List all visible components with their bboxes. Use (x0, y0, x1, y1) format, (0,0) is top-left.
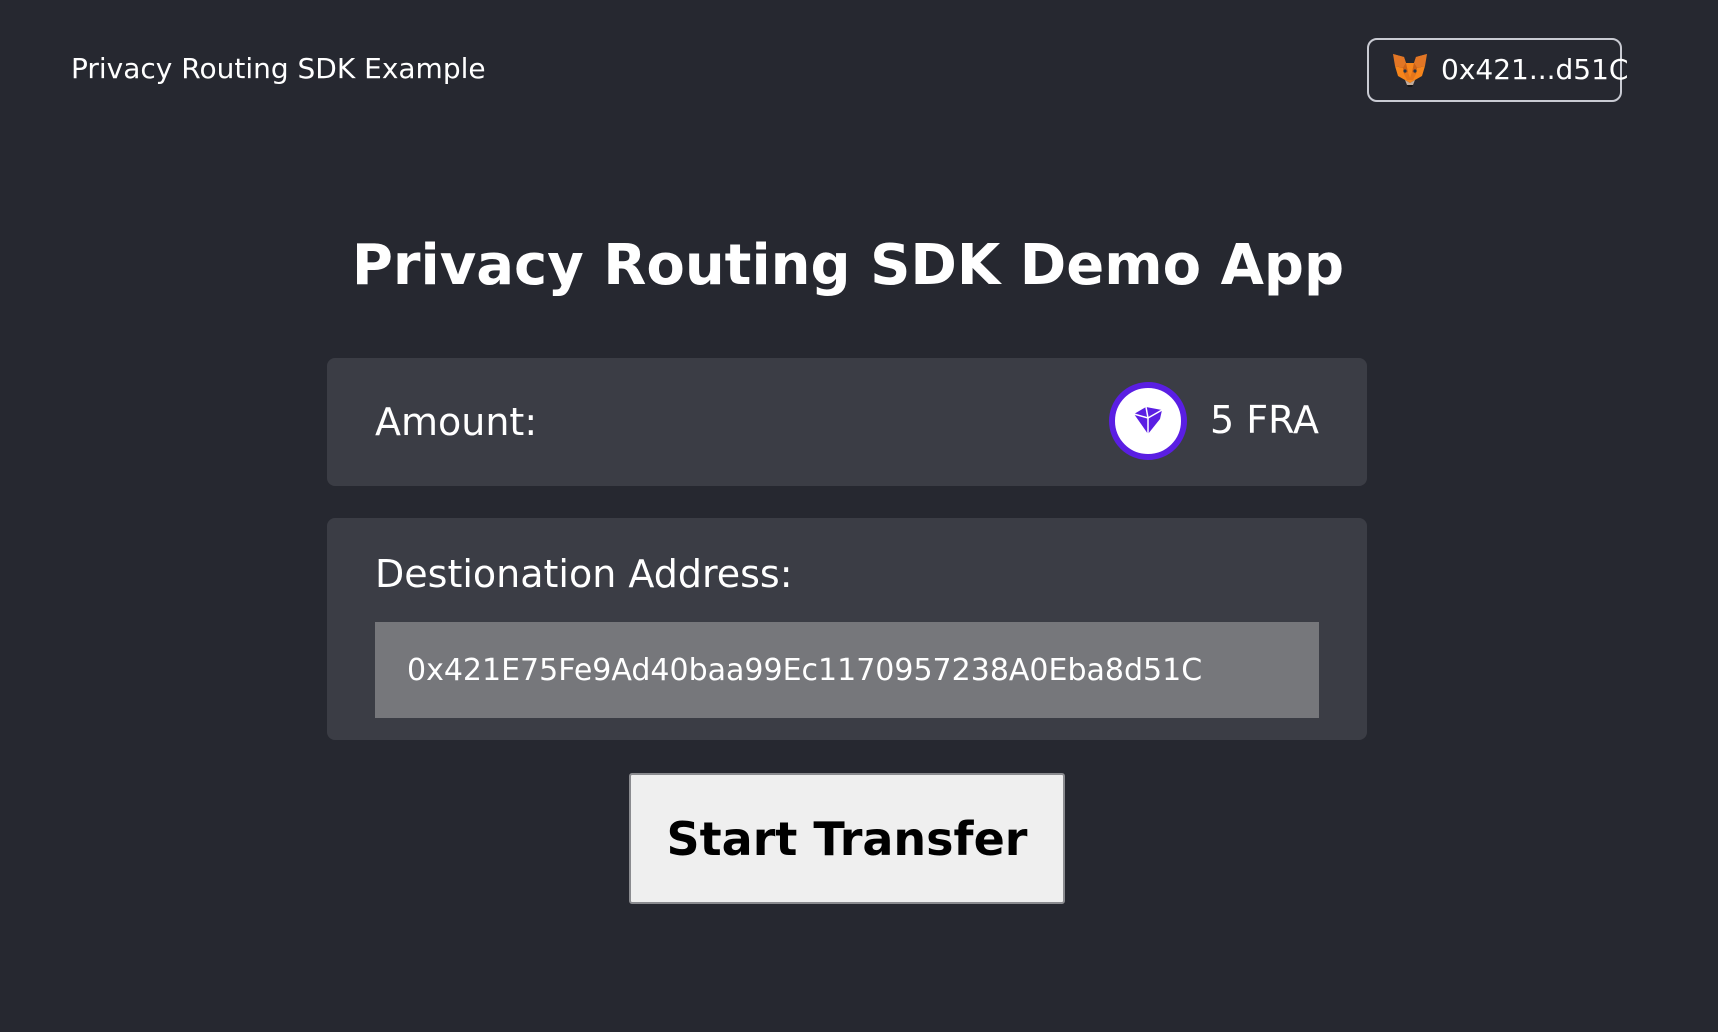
amount-card: Amount: 5 FRA (327, 358, 1367, 486)
amount-label: Amount: (375, 400, 538, 444)
metamask-fox-icon (1391, 50, 1429, 90)
destination-address-label: Destionation Address: (375, 552, 793, 596)
wallet-address: 0x421...d51C (1441, 53, 1629, 86)
destination-address-input[interactable] (375, 622, 1319, 718)
destination-card: Destionation Address: (327, 518, 1367, 740)
wallet-account-button[interactable]: 0x421...d51C (1367, 38, 1628, 102)
fra-token-icon (1108, 381, 1188, 461)
amount-value: 5 FRA (1210, 398, 1319, 442)
app-header-title: Privacy Routing SDK Example (71, 52, 486, 85)
page-title: Privacy Routing SDK Demo App (351, 233, 1345, 298)
start-transfer-button[interactable]: Start Transfer (629, 773, 1065, 904)
